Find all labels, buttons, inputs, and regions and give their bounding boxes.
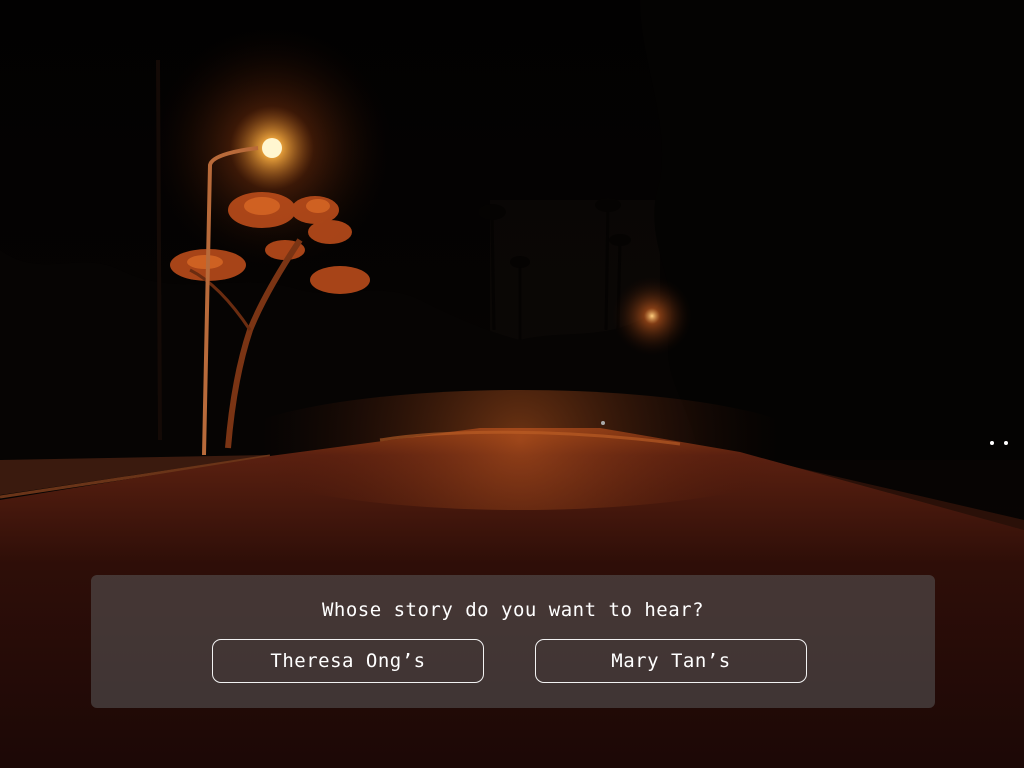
dialog-prompt: Whose story do you want to hear? <box>321 599 705 621</box>
choice-dialog: Whose story do you want to hear? Theresa… <box>91 575 935 708</box>
choice-button-mary-tan[interactable]: Mary Tan’s <box>535 639 807 683</box>
choice-button-theresa-ong[interactable]: Theresa Ong’s <box>212 639 484 683</box>
game-scene: Whose story do you want to hear? Theresa… <box>0 0 1024 768</box>
